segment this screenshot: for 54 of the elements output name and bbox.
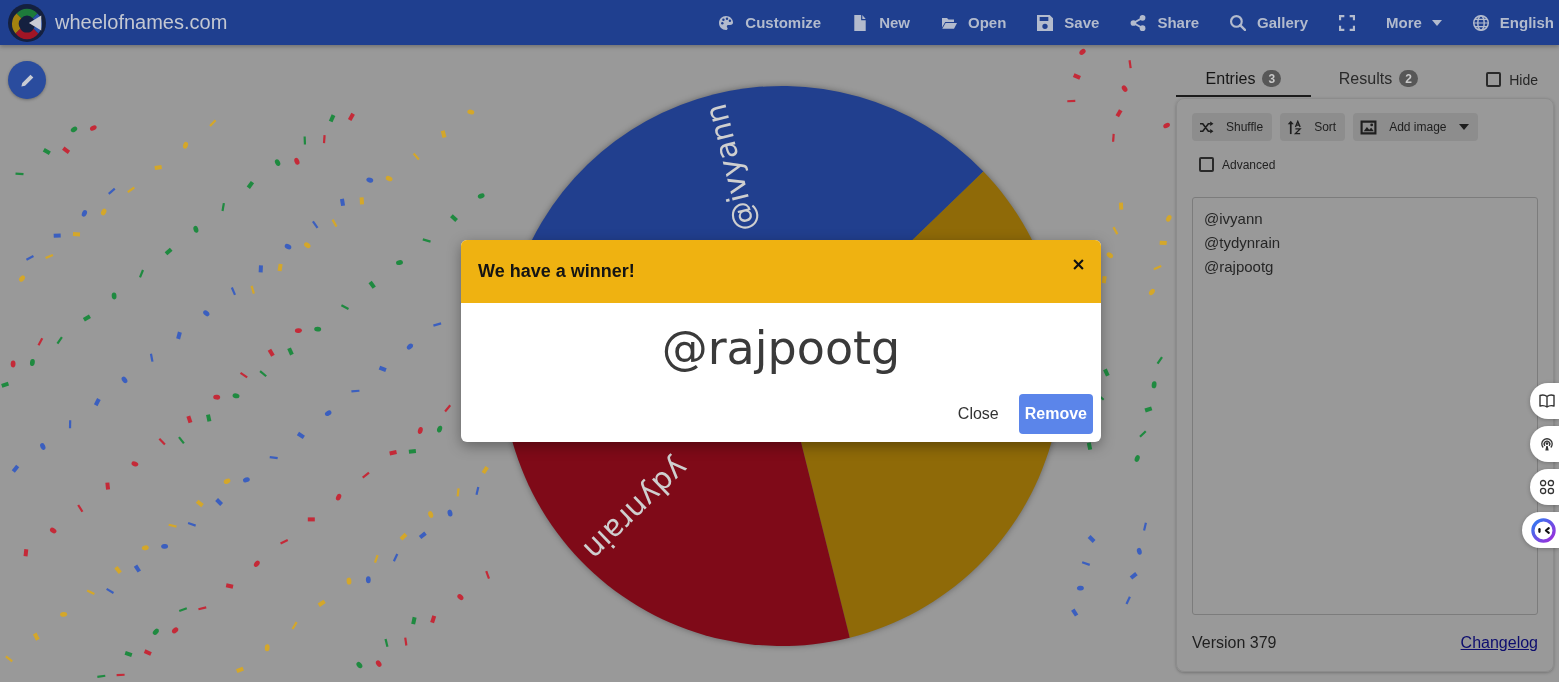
globe-icon — [1472, 14, 1489, 31]
advanced-checkbox[interactable] — [1199, 157, 1214, 172]
toolbar-button[interactable]: Sort — [1280, 113, 1346, 141]
side-button[interactable] — [1530, 469, 1559, 505]
count-badge: 3 — [1262, 70, 1282, 87]
share-icon — [1130, 14, 1147, 31]
toolbar-button[interactable]: Shuffle — [1192, 113, 1273, 141]
caret-icon — [1431, 19, 1442, 26]
dialog-button[interactable]: Remove — [1018, 394, 1093, 434]
close-icon — [1072, 258, 1084, 270]
sidebar-tab[interactable]: Results 2 — [1311, 62, 1446, 97]
checkbox-label: Hide — [1509, 71, 1538, 88]
entry-text: @rajpootg — [1204, 257, 1275, 277]
face-icon — [1531, 517, 1556, 543]
menu-button[interactable]: Gallery — [1225, 5, 1313, 40]
count-badge: 2 — [1399, 70, 1419, 87]
file-icon — [852, 14, 869, 31]
menu-button[interactable]: Open — [936, 5, 1012, 40]
menu-button[interactable]: Save — [1032, 5, 1105, 40]
dialog-button[interactable]: Close — [943, 394, 1013, 434]
palette-icon — [718, 14, 735, 31]
changelog-link[interactable]: Changelog — [1460, 633, 1538, 653]
entry-text: @ivyann — [1204, 209, 1264, 229]
checkbox-label: Advanced — [1222, 157, 1276, 172]
fullscreen-icon — [1339, 14, 1355, 31]
more-menu-button[interactable]: More — [1381, 5, 1447, 40]
winner-name: @rajpootg — [661, 323, 901, 373]
hide-checkbox[interactable] — [1486, 72, 1502, 87]
dialog-title: We have a winner! — [478, 261, 635, 282]
entry-text: @tydynrain — [1204, 233, 1282, 253]
entries-field[interactable]: @ivyann @tydynrain @rajpootg — [1192, 197, 1538, 615]
side-button[interactable] — [1530, 383, 1559, 419]
book-icon — [1539, 393, 1555, 409]
menu-button[interactable]: Share — [1125, 5, 1205, 40]
pencil-icon — [19, 72, 35, 88]
logo-icon[interactable] — [8, 3, 46, 42]
menu-button[interactable]: English — [1467, 5, 1559, 40]
apps-icon — [1539, 479, 1555, 495]
slice-label: @ivyann — [697, 100, 764, 236]
menu-button[interactable]: New — [847, 5, 915, 40]
side-button[interactable] — [1530, 426, 1559, 462]
search-icon — [1230, 14, 1247, 31]
sidebar-tab[interactable]: Entries 3 — [1176, 62, 1311, 97]
shuffle-icon — [1199, 120, 1214, 134]
side-button[interactable] — [1522, 512, 1559, 548]
image-icon — [1360, 119, 1378, 135]
sort-icon — [1287, 119, 1303, 135]
site-title[interactable]: wheelofnames.com — [55, 11, 228, 34]
menu-button[interactable]: Customize — [713, 5, 827, 40]
toolbar-button[interactable]: Add image — [1353, 113, 1478, 141]
version-text: Version 379 — [1192, 633, 1277, 653]
broadcast-icon — [1539, 436, 1555, 452]
caret-icon — [1458, 124, 1469, 130]
edit-button[interactable] — [8, 61, 46, 99]
